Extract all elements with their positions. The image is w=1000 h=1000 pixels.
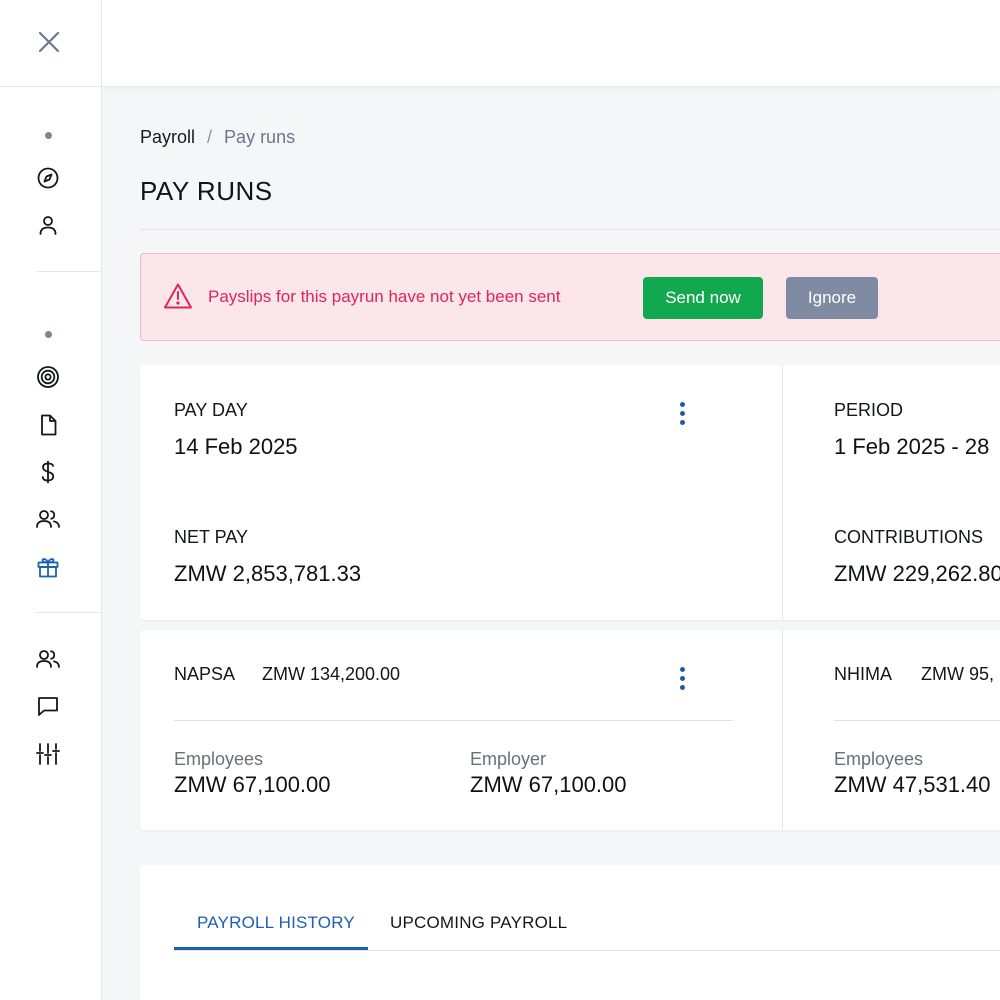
nhima-divider (834, 720, 1000, 721)
target-icon[interactable] (34, 363, 62, 391)
napsa-total: ZMW 134,200.00 (262, 664, 401, 684)
dollar-icon[interactable] (34, 458, 62, 486)
nhima-employees-value: ZMW 47,531.40 (834, 772, 991, 797)
contributions-breakdown-card: NAPSA ZMW 134,200.00 Employees ZMW 67,10… (140, 630, 1000, 830)
contributions-label: CONTRIBUTIONS (834, 527, 984, 547)
sidebar-divider (36, 271, 101, 272)
napsa-employees-value: ZMW 67,100.00 (174, 772, 331, 797)
pay-run-summary-card: PAY DAY 14 Feb 2025 NET PAY ZMW 2,853,78… (140, 365, 1000, 620)
period-label: PERIOD (834, 400, 904, 420)
more-options-icon[interactable] (672, 398, 692, 428)
warning-triangle-icon (163, 282, 193, 310)
close-icon[interactable] (34, 27, 64, 57)
napsa-employer-value: ZMW 67,100.00 (470, 772, 627, 797)
user-icon[interactable] (34, 211, 62, 239)
tabs-divider (174, 950, 1000, 951)
card-divider (782, 365, 783, 620)
breadcrumb: Payroll / Pay runs (140, 127, 295, 148)
contributions-value: ZMW 229,262.80 (834, 561, 1000, 586)
net-pay-label: NET PAY (174, 527, 249, 547)
main-content: Payroll / Pay runs PAY RUNS Payslips for… (140, 0, 1000, 1000)
team-icon[interactable] (34, 505, 62, 533)
more-options-icon[interactable] (672, 663, 692, 693)
period-value: 1 Feb 2025 - 28 (834, 434, 990, 459)
people-icon[interactable] (34, 645, 62, 673)
sidebar (0, 0, 102, 1000)
send-now-button[interactable]: Send now (643, 277, 763, 319)
napsa-employer-label: Employer (470, 749, 547, 769)
sidebar-header (0, 0, 101, 87)
pay-day-value: 14 Feb 2025 (174, 434, 298, 459)
ignore-button[interactable]: Ignore (786, 277, 878, 319)
page-title: PAY RUNS (140, 176, 273, 206)
chat-icon[interactable] (34, 692, 62, 720)
breadcrumb-separator: / (207, 127, 213, 147)
gift-icon[interactable] (34, 553, 62, 581)
title-divider (140, 229, 1000, 230)
nhima-total: ZMW 95, (921, 664, 995, 684)
napsa-divider (174, 720, 733, 721)
payroll-tabs-card: PAYROLL HISTORY UPCOMING PAYROLL (140, 865, 1000, 1000)
breadcrumb-payroll[interactable]: Payroll (140, 127, 195, 148)
pay-day-label: PAY DAY (174, 400, 248, 420)
napsa-label: NAPSA (174, 664, 236, 684)
card-divider (782, 630, 783, 830)
alert-message: Payslips for this payrun have not yet be… (208, 287, 561, 306)
napsa-employees-label: Employees (174, 749, 264, 769)
payslip-alert: Payslips for this payrun have not yet be… (140, 253, 1000, 341)
compass-icon[interactable] (34, 164, 62, 192)
breadcrumb-current: Pay runs (224, 127, 296, 147)
sliders-icon[interactable] (34, 740, 62, 768)
section-dot (45, 132, 52, 139)
sidebar-divider (36, 612, 101, 613)
nhima-label: NHIMA (834, 664, 892, 684)
nhima-employees-label: Employees (834, 749, 924, 769)
net-pay-value: ZMW 2,853,781.33 (174, 561, 362, 586)
tab-upcoming-payroll[interactable]: UPCOMING PAYROLL (390, 913, 567, 933)
document-icon[interactable] (34, 411, 62, 439)
tab-payroll-history[interactable]: PAYROLL HISTORY (197, 913, 355, 933)
active-tab-indicator (174, 947, 368, 950)
section-dot (45, 331, 52, 338)
